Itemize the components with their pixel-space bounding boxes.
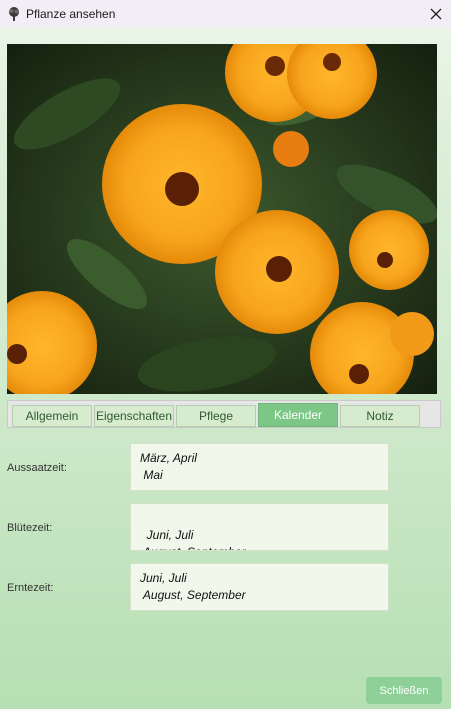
bluetezeit-label: Blütezeit: — [7, 522, 53, 534]
aussaatzeit-field[interactable]: März, April Mai — [130, 443, 389, 491]
plant-photo-image — [7, 44, 437, 394]
erntezeit-field[interactable]: Juni, Juli August, September — [130, 563, 389, 611]
window-title: Pflanze ansehen — [26, 7, 116, 21]
tab-notiz[interactable]: Notiz — [340, 405, 420, 427]
window-close-button[interactable] — [421, 0, 451, 28]
bluetezeit-scrollbar[interactable] — [375, 505, 387, 549]
tab-bar: Allgemein Eigenschaften Pflege Kalender … — [7, 400, 441, 428]
aussaatzeit-label: Aussaatzeit: — [7, 462, 67, 474]
plant-photo — [7, 44, 437, 394]
tab-pflege[interactable]: Pflege — [176, 405, 256, 427]
erntezeit-label: Erntezeit: — [7, 582, 54, 594]
close-button[interactable]: Schließen — [366, 677, 442, 704]
bluetezeit-value: Juni, Juli August, September Oktober — [143, 528, 246, 550]
tab-eigenschaften[interactable]: Eigenschaften — [94, 405, 174, 427]
tree-icon — [9, 7, 19, 21]
close-icon — [430, 8, 442, 20]
scrollbar-graphic — [388, 522, 389, 551]
title-bar: Pflanze ansehen — [0, 0, 451, 28]
tab-kalender[interactable]: Kalender — [258, 403, 338, 427]
tab-allgemein[interactable]: Allgemein — [12, 405, 92, 427]
bluetezeit-field[interactable]: Juni, Juli August, September Oktober — [130, 503, 389, 551]
